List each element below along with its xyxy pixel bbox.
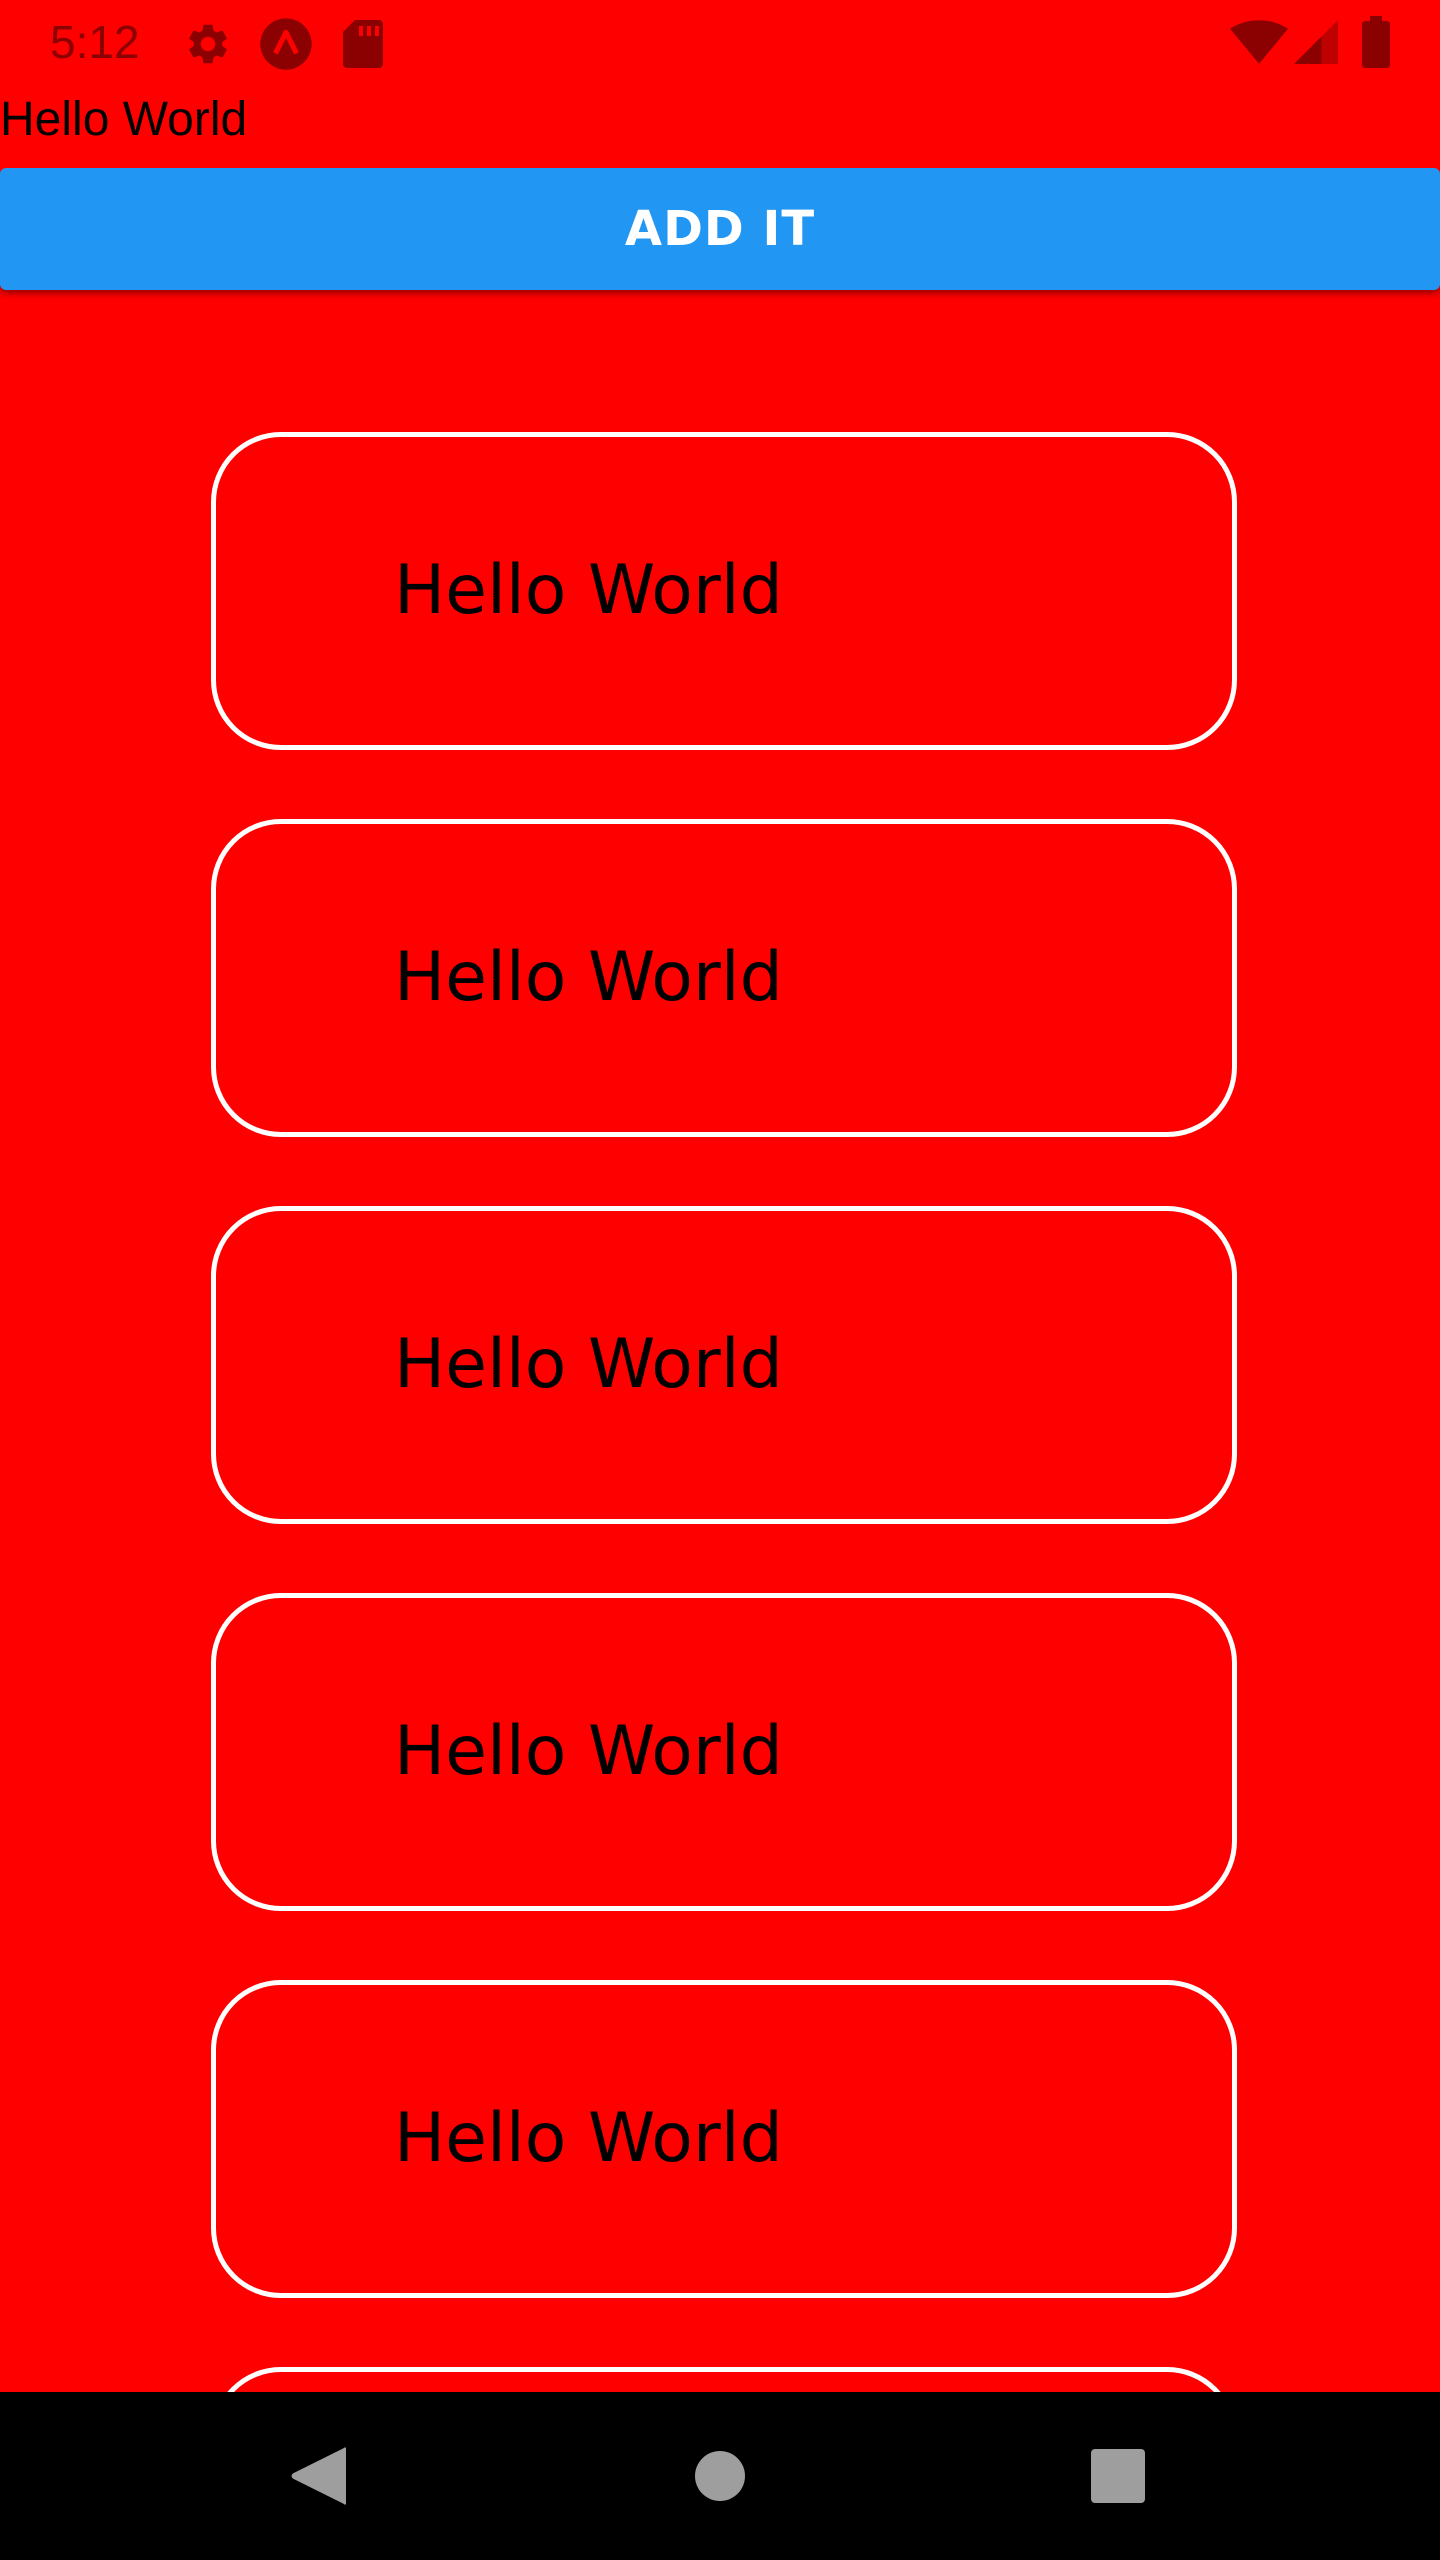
sd-card-icon: [343, 20, 383, 68]
status-time: 5:12: [50, 16, 140, 68]
list-item: Hello World: [211, 1980, 1237, 2298]
back-button[interactable]: [218, 2392, 418, 2560]
home-button[interactable]: [620, 2392, 820, 2560]
recents-icon: [1091, 2449, 1145, 2503]
list-item-label: Hello World: [394, 551, 783, 630]
list-item: [211, 2367, 1237, 2392]
back-icon: [291, 2447, 346, 2505]
list-item-label: Hello World: [394, 1325, 783, 1404]
settings-icon: [189, 24, 227, 64]
cellular-signal-icon: [1294, 20, 1338, 64]
add-it-button[interactable]: ADD IT: [0, 168, 1440, 290]
list-item-label: Hello World: [394, 2099, 783, 2178]
page-title: Hello World: [0, 93, 248, 146]
item-list[interactable]: Hello World Hello World Hello World Hell…: [0, 290, 1440, 2392]
wifi-icon: [1230, 20, 1288, 64]
list-item: Hello World: [211, 1593, 1237, 1911]
status-bar: 5:12: [0, 0, 1440, 84]
list-item: Hello World: [211, 819, 1237, 1137]
navigation-bar: [0, 2392, 1440, 2560]
list-item-label: Hello World: [394, 938, 783, 1017]
recents-button[interactable]: [1018, 2392, 1218, 2560]
list-item-label: Hello World: [394, 1712, 783, 1791]
app-icon: [260, 18, 312, 70]
battery-icon: [1362, 16, 1390, 68]
list-item: Hello World: [211, 1206, 1237, 1524]
list-item: Hello World: [211, 432, 1237, 750]
home-icon: [695, 2451, 745, 2501]
